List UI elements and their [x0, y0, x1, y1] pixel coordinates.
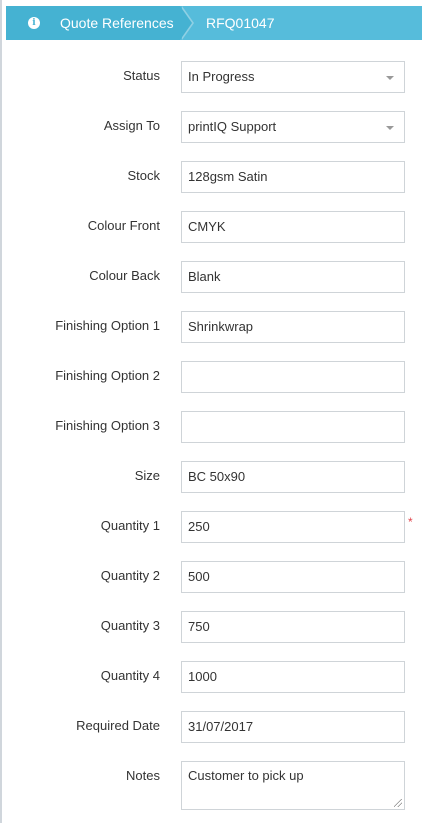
- breadcrumb-section-label: Quote References: [60, 15, 174, 31]
- notes-textarea[interactable]: Customer to pick up: [181, 761, 405, 810]
- stock-field[interactable]: 128gsm Satin: [181, 161, 405, 193]
- assign-to-value: printIQ Support: [188, 119, 277, 134]
- finishing-option-3-row: Finishing Option 3: [0, 411, 422, 443]
- required-date-field[interactable]: 31/07/2017: [181, 711, 405, 743]
- quantity-2-field[interactable]: 500: [181, 561, 405, 593]
- info-icon: i: [28, 17, 40, 29]
- quantity-2-row: Quantity 2 500: [0, 561, 422, 593]
- assign-to-select[interactable]: printIQ Support: [181, 111, 405, 143]
- quantity-4-row: Quantity 4 1000: [0, 661, 422, 693]
- chevron-down-icon: [386, 76, 394, 80]
- breadcrumb-current-reference: RFQ01047: [180, 6, 422, 40]
- finishing-option-1-row: Finishing Option 1 Shrinkwrap: [0, 311, 422, 343]
- size-row: Size BC 50x90: [0, 461, 422, 493]
- quantity-4-label: Quantity 4: [100, 668, 160, 683]
- quantity-3-field[interactable]: 750: [181, 611, 405, 643]
- chevron-down-icon: [386, 126, 394, 130]
- quantity-3-row: Quantity 3 750: [0, 611, 422, 643]
- quantity-1-field[interactable]: 250: [181, 511, 405, 543]
- status-value: In Progress: [188, 69, 255, 84]
- quantity-4-field[interactable]: 1000: [181, 661, 405, 693]
- colour-front-label: Colour Front: [87, 218, 160, 233]
- breadcrumb-quote-references[interactable]: i Quote References: [6, 6, 194, 40]
- finishing-option-3-label: Finishing Option 3: [55, 418, 160, 433]
- finishing-option-1-label: Finishing Option 1: [55, 318, 160, 333]
- size-field[interactable]: BC 50x90: [181, 461, 405, 493]
- status-label: Status: [123, 68, 160, 83]
- breadcrumb: i Quote References RFQ01047: [6, 6, 422, 40]
- colour-back-label: Colour Back: [89, 268, 160, 283]
- finishing-option-1-field[interactable]: Shrinkwrap: [181, 311, 405, 343]
- stock-label: Stock: [127, 168, 160, 183]
- notes-label: Notes: [126, 768, 160, 783]
- assign-to-label: Assign To: [103, 118, 160, 133]
- quantity-1-label: Quantity 1: [100, 518, 160, 533]
- stock-row: Stock 128gsm Satin: [0, 161, 422, 193]
- required-date-label: Required Date: [76, 718, 160, 733]
- quantity-2-label: Quantity 2: [100, 568, 160, 583]
- quantity-1-row: Quantity 1 250 *: [0, 511, 422, 543]
- colour-back-field[interactable]: Blank: [181, 261, 405, 293]
- colour-back-row: Colour Back Blank: [0, 261, 422, 293]
- notes-row: Notes Customer to pick up: [0, 761, 422, 811]
- required-date-row: Required Date 31/07/2017: [0, 711, 422, 743]
- finishing-option-2-row: Finishing Option 2: [0, 361, 422, 393]
- status-select[interactable]: In Progress: [181, 61, 405, 93]
- resize-handle-icon[interactable]: [394, 799, 402, 807]
- finishing-option-3-field[interactable]: [181, 411, 405, 443]
- required-indicator: *: [408, 515, 413, 529]
- breadcrumb-arrow: [180, 6, 192, 40]
- notes-value: Customer to pick up: [188, 768, 304, 783]
- size-label: Size: [134, 468, 160, 483]
- colour-front-field[interactable]: CMYK: [181, 211, 405, 243]
- breadcrumb-reference-label: RFQ01047: [206, 15, 275, 31]
- status-row: Status In Progress: [0, 61, 422, 93]
- finishing-option-2-label: Finishing Option 2: [55, 368, 160, 383]
- quantity-3-label: Quantity 3: [100, 618, 160, 633]
- colour-front-row: Colour Front CMYK: [0, 211, 422, 243]
- finishing-option-2-field[interactable]: [181, 361, 405, 393]
- assign-to-row: Assign To printIQ Support: [0, 111, 422, 143]
